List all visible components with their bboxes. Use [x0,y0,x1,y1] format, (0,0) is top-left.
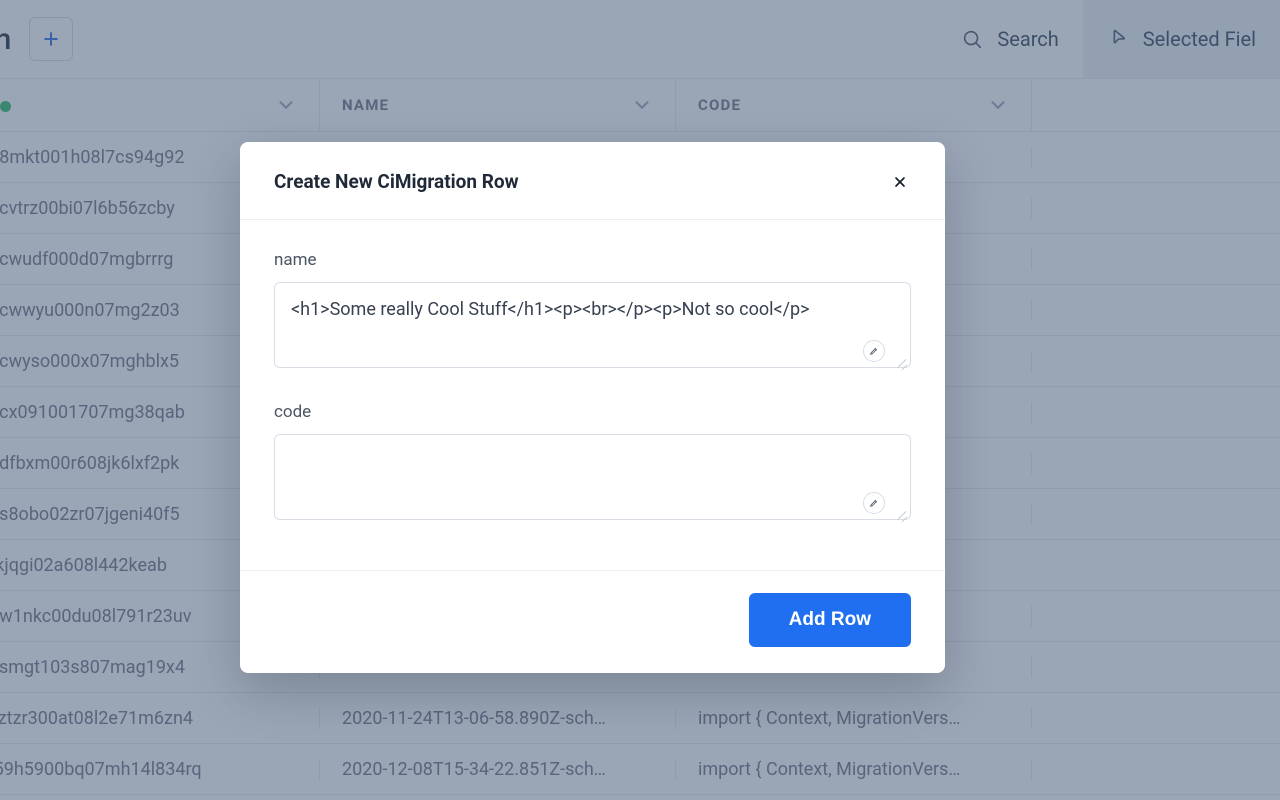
field-name: name [274,250,911,372]
field-code: code [274,402,911,524]
code-expand-button[interactable] [863,492,885,514]
pencil-icon [869,346,879,356]
create-row-modal: Create New CiMigration Row name code [240,142,945,673]
field-code-label: code [274,402,911,422]
modal-header: Create New CiMigration Row [240,142,945,220]
modal-close-button[interactable] [889,171,911,193]
modal-footer: Add Row [240,570,945,673]
name-expand-button[interactable] [863,340,885,362]
close-icon [892,174,908,190]
modal-title: Create New CiMigration Row [274,170,519,193]
code-input[interactable] [274,434,911,520]
add-row-submit-button[interactable]: Add Row [749,593,911,647]
field-name-label: name [274,250,911,270]
field-code-wrap [274,434,911,524]
modal-body: name code [240,220,945,570]
pencil-icon [869,498,879,508]
name-input[interactable] [274,282,911,368]
field-name-wrap [274,282,911,372]
